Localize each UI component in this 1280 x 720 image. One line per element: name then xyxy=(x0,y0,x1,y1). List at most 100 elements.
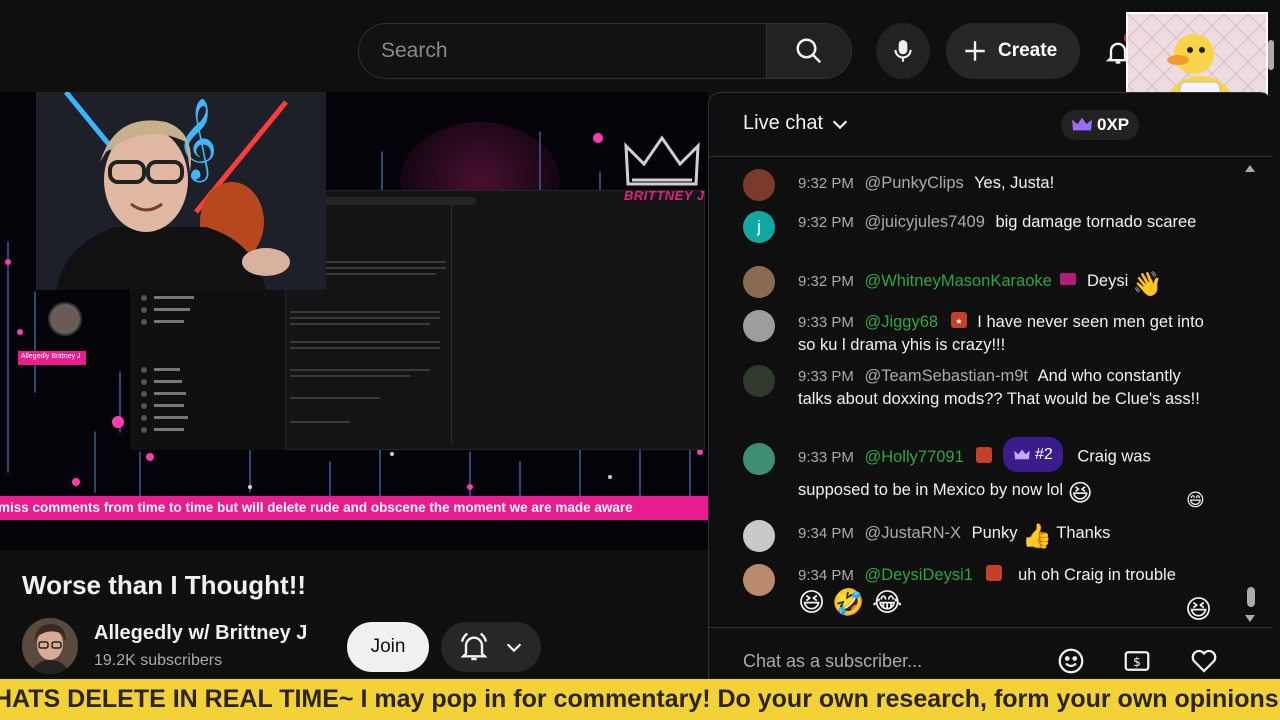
microphone-icon xyxy=(894,40,912,62)
laughing-emoji-icon: 😆 xyxy=(1067,479,1093,507)
message-author[interactable]: @Jiggy68 xyxy=(864,313,938,331)
message-author[interactable]: @juicyjules7409 xyxy=(864,213,984,231)
channel-name[interactable]: Allegedly w/ Brittney J xyxy=(94,622,307,645)
smiley-icon xyxy=(1058,648,1084,674)
laughing-emoji-icon: 😆 xyxy=(798,587,826,617)
member-badge-icon: ★ xyxy=(950,312,967,328)
chat-avatar xyxy=(743,520,775,552)
plus-icon xyxy=(965,41,985,61)
subscriber-count: 19.2K subscribers xyxy=(94,652,223,669)
message-time: 9:33 PM xyxy=(798,368,854,385)
xp-badge[interactable]: 0XP xyxy=(1061,110,1140,140)
message-time: 9:33 PM xyxy=(798,448,854,466)
video-ticker-text: miss comments from time to time but will… xyxy=(0,500,633,515)
svg-text:★: ★ xyxy=(955,317,962,326)
crown-icon xyxy=(1072,117,1092,131)
video-title: Worse than I Thought!! xyxy=(22,570,307,600)
message-text: I have never seen men get into so ku l d… xyxy=(798,313,1204,354)
waving-hand-icon: 👋 xyxy=(1132,271,1163,298)
channel-avatar[interactable] xyxy=(22,618,78,674)
chat-scrollbar[interactable] xyxy=(1247,587,1255,607)
chat-message: 9:33 PM @Jiggy68 ★ I have never seen men… xyxy=(798,310,1218,356)
search-input[interactable] xyxy=(358,23,766,79)
emoji-button[interactable] xyxy=(1054,644,1088,678)
voice-search-button[interactable] xyxy=(876,23,930,79)
chat-message: 9:32 PM @WhitneyMasonKaraoke Deysi 👋 xyxy=(798,269,1218,298)
svg-text:$: $ xyxy=(1133,654,1141,669)
chat-message: 9:32 PM @juicyjules7409 big damage torna… xyxy=(798,211,1218,234)
chat-messages: 9:32 PM @PunkyClips Yes, Justa! j 9:32 P… xyxy=(709,157,1259,627)
watermark-text: BRITTNEY J xyxy=(624,188,705,203)
chat-avatar: j xyxy=(743,211,775,243)
chat-mode-dropdown[interactable]: Live chat xyxy=(743,112,851,135)
chat-message: 9:32 PM @PunkyClips Yes, Justa! xyxy=(798,172,1218,195)
message-text: Punky xyxy=(971,524,1018,542)
bell-ringing-icon xyxy=(459,632,488,661)
bottom-ticker: HATS DELETE IN REAL TIME~ I may pop in f… xyxy=(0,679,1280,720)
search-icon xyxy=(796,38,822,64)
chat-message: 9:33 PM @Holly77091 #2 Craig was suppose… xyxy=(798,437,1218,510)
react-button[interactable] xyxy=(1187,644,1221,678)
chat-footer: $ xyxy=(709,627,1273,681)
floating-emoji: 😆 xyxy=(1185,594,1213,624)
chat-avatar xyxy=(743,169,775,201)
chat-title: Live chat xyxy=(743,112,824,134)
dollar-icon: $ xyxy=(1124,651,1150,671)
chat-message: 9:34 PM @DeysiDeysi1 uh oh Craig in trou… xyxy=(798,563,1218,615)
search-bar xyxy=(358,23,852,79)
member-badge-icon xyxy=(985,565,1002,581)
chat-header: Live chat 0XP xyxy=(709,93,1273,157)
scroll-down-arrow[interactable] xyxy=(1245,615,1255,622)
chevron-down-icon xyxy=(832,119,848,129)
screen-avatar xyxy=(48,302,82,336)
leaderboard-rank-badge: #2 xyxy=(1002,437,1063,472)
message-author[interactable]: @WhitneyMasonKaraoke xyxy=(864,272,1051,290)
message-text: big damage tornado scaree xyxy=(995,213,1197,231)
chat-message: 9:33 PM @TeamSebastian-m9t And who const… xyxy=(798,365,1218,410)
video-ticker: miss comments from time to time but will… xyxy=(0,496,708,520)
message-time: 9:34 PM xyxy=(798,567,854,584)
emoji-row: 😆 🤣 😂 xyxy=(798,589,1218,615)
chat-avatar xyxy=(743,310,775,342)
message-text: Yes, Justa! xyxy=(974,174,1055,192)
page-scrollbar[interactable] xyxy=(1268,40,1274,70)
create-button[interactable]: Create xyxy=(946,23,1080,79)
thumbs-up-icon: 👍 xyxy=(1022,523,1052,550)
message-text-2: Thanks xyxy=(1056,524,1111,542)
scroll-up-arrow[interactable] xyxy=(1245,165,1255,172)
rank-value: #2 xyxy=(1034,446,1053,463)
member-badge-icon xyxy=(1060,273,1077,285)
message-time: 9:32 PM xyxy=(798,273,854,290)
message-time: 9:32 PM xyxy=(798,175,854,192)
chat-avatar xyxy=(743,564,775,596)
message-author[interactable]: @TeamSebastian-m9t xyxy=(864,367,1028,385)
screen-share-window xyxy=(285,190,705,450)
message-text: Deysi xyxy=(1087,272,1129,290)
message-author[interactable]: @JustaRN-X xyxy=(864,524,961,542)
notification-settings-button[interactable] xyxy=(441,622,541,672)
message-time: 9:32 PM xyxy=(798,214,854,231)
video-player[interactable]: Allegedly Brittney J 𝄞 BRITTNEY J miss c… xyxy=(0,92,708,550)
super-chat-button[interactable]: $ xyxy=(1120,644,1154,678)
message-text: uh oh Craig in trouble xyxy=(1018,566,1176,584)
search-button[interactable] xyxy=(766,23,852,79)
message-author[interactable]: @PunkyClips xyxy=(864,174,963,192)
webcam-overlay: 𝄞 xyxy=(36,92,326,290)
message-author[interactable]: @DeysiDeysi1 xyxy=(864,566,972,584)
rofl-emoji-icon: 🤣 xyxy=(832,587,865,617)
heart-icon xyxy=(1191,649,1217,673)
chat-input[interactable] xyxy=(743,646,1043,676)
join-button[interactable]: Join xyxy=(347,622,429,672)
chat-message: 9:34 PM @JustaRN-X Punky 👍 Thanks xyxy=(798,522,1218,550)
screen-share-sidebar xyxy=(130,290,285,450)
chat-avatar xyxy=(743,443,775,475)
live-chat-panel: Live chat 0XP 9:32 PM @PunkyClips Yes, J… xyxy=(708,92,1273,681)
chevron-down-icon xyxy=(506,643,521,653)
chat-avatar xyxy=(743,266,775,298)
bottom-ticker-text: HATS DELETE IN REAL TIME~ I may pop in f… xyxy=(0,685,1279,713)
message-time: 9:33 PM xyxy=(798,314,854,331)
message-author[interactable]: @Holly77091 xyxy=(864,448,963,466)
chat-avatar xyxy=(743,365,775,397)
overlay-tag: Allegedly Brittney J xyxy=(18,351,86,365)
xp-value: 0XP xyxy=(1097,115,1130,134)
